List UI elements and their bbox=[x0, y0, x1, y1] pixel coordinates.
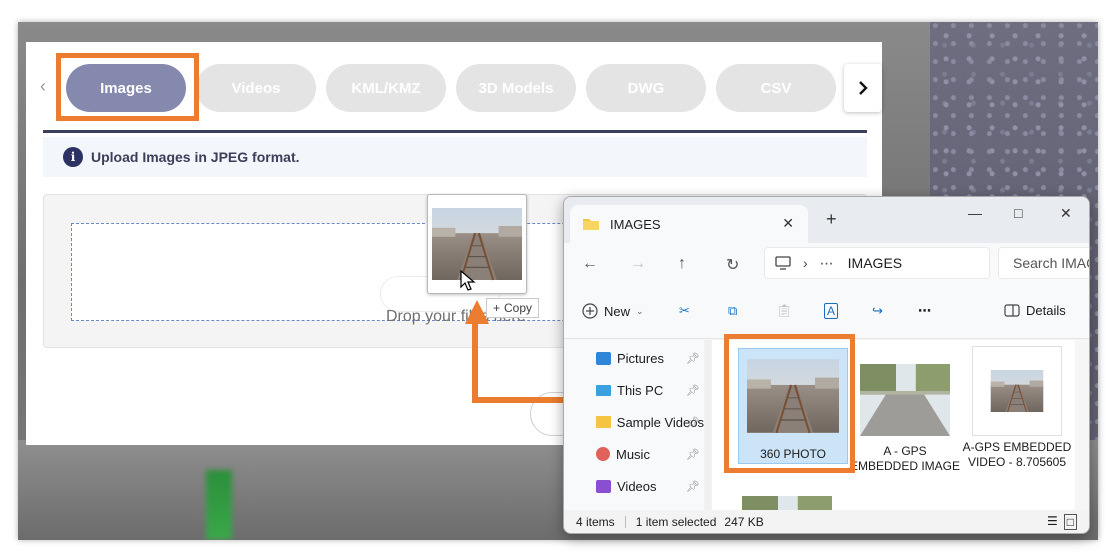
file-name: A-GPS EMBEDDED VIDEO - 8.705605 bbox=[962, 440, 1072, 469]
sidebar-item-sample-videos[interactable]: Sample Videos 📌︎ bbox=[596, 412, 704, 432]
new-tab-icon[interactable]: + bbox=[826, 209, 837, 230]
more-options-icon[interactable]: ⋯ bbox=[918, 303, 931, 319]
refresh-icon[interactable]: ↻ bbox=[726, 255, 739, 275]
info-banner: i Upload Images in JPEG format. bbox=[43, 137, 867, 177]
tab-kml-kmz[interactable]: KML/KMZ bbox=[326, 64, 446, 112]
pin-icon: 📌︎ bbox=[686, 352, 700, 365]
details-view-icon[interactable]: ☰ bbox=[1047, 514, 1058, 530]
explorer-tab[interactable]: IMAGES ✕ bbox=[570, 205, 808, 243]
explorer-navbar: ← → ↑ ↻ › ⋯ IMAGES Search IMAGES bbox=[564, 243, 1089, 287]
pin-icon: 📌︎ bbox=[686, 448, 700, 461]
file-thumbnail bbox=[860, 364, 950, 436]
navigation-pane-scrollbar[interactable] bbox=[705, 340, 711, 510]
maximize-icon[interactable]: □ bbox=[1014, 205, 1022, 221]
view-buttons: ☰ □ bbox=[1047, 514, 1077, 530]
file-item-gps-embedded-image[interactable]: A - GPS EMBEDDED IMAGE bbox=[850, 364, 960, 474]
tab-dwg[interactable]: DWG bbox=[586, 64, 706, 112]
paste-icon[interactable]: 📋︎ bbox=[776, 303, 793, 319]
folder-icon bbox=[583, 219, 599, 230]
videos-icon bbox=[596, 479, 611, 493]
rename-icon[interactable]: A bbox=[824, 303, 839, 319]
plus-icon: + bbox=[493, 301, 501, 315]
this-pc-icon bbox=[596, 384, 611, 396]
pin-icon: 📌︎ bbox=[686, 480, 700, 493]
file-item-partial[interactable] bbox=[742, 496, 832, 510]
status-size: 247 KB bbox=[724, 515, 764, 529]
address-bar[interactable]: › ⋯ IMAGES bbox=[764, 247, 990, 279]
sidebar-item-pictures[interactable]: Pictures 📌︎ bbox=[596, 348, 704, 368]
copy-label: Copy bbox=[504, 301, 533, 315]
images-tab-highlight bbox=[56, 53, 199, 121]
new-button[interactable]: New ⌄ bbox=[582, 303, 644, 319]
arrow-shaft-vertical bbox=[472, 320, 478, 402]
copy-icon[interactable]: ⧉ bbox=[728, 303, 737, 319]
pin-icon: 📌︎ bbox=[686, 416, 700, 429]
sidebar-item-label: This PC bbox=[617, 382, 664, 398]
drag-preview-image bbox=[432, 199, 522, 289]
window-close-icon[interactable]: ✕ bbox=[1060, 205, 1072, 222]
up-icon[interactable]: ↑ bbox=[678, 255, 686, 273]
music-icon bbox=[596, 447, 610, 461]
explorer-toolbar: New ⌄ ✂ ⧉ 📋︎ A ↪ ⋯ Details bbox=[564, 287, 1089, 339]
info-text: Upload Images in JPEG format. bbox=[91, 149, 300, 165]
tab-videos[interactable]: Videos bbox=[196, 64, 316, 112]
background-green-shape bbox=[206, 470, 232, 540]
navigation-pane: Pictures 📌︎ This PC 📌︎ Sample Videos 📌︎ … bbox=[564, 340, 704, 510]
large-icons-view-icon[interactable]: □ bbox=[1063, 514, 1077, 530]
plus-circle-icon bbox=[582, 303, 598, 319]
file-thumbnail bbox=[979, 370, 1055, 412]
pictures-icon bbox=[596, 351, 611, 365]
sidebar-item-label: Pictures bbox=[617, 350, 664, 366]
info-icon: i bbox=[63, 147, 83, 167]
sidebar-item-this-pc[interactable]: This PC 📌︎ bbox=[596, 380, 704, 400]
tab-divider bbox=[43, 130, 867, 133]
tab-3d-models[interactable]: 3D Models bbox=[456, 64, 576, 112]
tabs-scroll-left-icon[interactable]: ‹ bbox=[40, 76, 46, 97]
selected-file-highlight bbox=[724, 334, 855, 473]
computer-icon bbox=[775, 256, 791, 270]
video-thumbnail-frame bbox=[972, 346, 1062, 436]
sidebar-item-music[interactable]: Music 📌︎ bbox=[596, 444, 704, 464]
status-selection: 1 item selected bbox=[635, 515, 717, 529]
minimize-icon[interactable]: — bbox=[968, 205, 982, 221]
forward-icon[interactable]: → bbox=[630, 255, 646, 273]
file-list-scrollbar[interactable] bbox=[1075, 340, 1089, 510]
breadcrumb-current[interactable]: IMAGES bbox=[848, 255, 902, 271]
tab-csv[interactable]: CSV bbox=[716, 64, 836, 112]
search-input[interactable]: Search IMAGES bbox=[998, 247, 1089, 279]
file-name: A - GPS EMBEDDED IMAGE bbox=[850, 444, 961, 473]
status-separator bbox=[624, 516, 626, 528]
new-button-label: New bbox=[604, 303, 631, 319]
drag-preview bbox=[427, 194, 527, 294]
explorer-titlebar: IMAGES ✕ + — □ ✕ bbox=[564, 197, 1089, 243]
sidebar-item-label: Music bbox=[616, 446, 650, 462]
explorer-tab-title: IMAGES bbox=[610, 216, 661, 232]
sidebar-item-label: Videos bbox=[617, 478, 657, 494]
breadcrumb-more-icon[interactable]: ⋯ bbox=[820, 255, 834, 272]
chevron-right-icon bbox=[859, 81, 868, 95]
chevron-down-icon: ⌄ bbox=[636, 305, 644, 316]
folder-icon bbox=[596, 416, 611, 428]
close-tab-icon[interactable]: ✕ bbox=[782, 215, 794, 232]
mouse-cursor-icon bbox=[460, 270, 476, 291]
file-item-gps-embedded-video[interactable]: A-GPS EMBEDDED VIDEO - 8.705605 bbox=[962, 346, 1072, 470]
details-button[interactable]: Details bbox=[1004, 303, 1066, 318]
drag-copy-tooltip: + Copy bbox=[486, 298, 540, 318]
status-bar: 4 items 1 item selected 247 KB ☰ □ bbox=[564, 510, 1089, 533]
back-icon[interactable]: ← bbox=[582, 255, 598, 273]
breadcrumb-chevron-icon: › bbox=[803, 255, 808, 271]
file-thumbnail bbox=[742, 496, 832, 510]
details-pane-icon bbox=[1004, 304, 1020, 317]
pin-icon: 📌︎ bbox=[686, 384, 700, 397]
sidebar-item-videos[interactable]: Videos 📌︎ bbox=[596, 476, 704, 496]
tabs-scroll-right-button[interactable] bbox=[844, 64, 882, 112]
status-item-count: 4 items bbox=[576, 515, 615, 529]
details-button-label: Details bbox=[1026, 303, 1066, 318]
share-icon[interactable]: ↪ bbox=[872, 303, 883, 319]
cut-icon[interactable]: ✂ bbox=[679, 303, 690, 319]
